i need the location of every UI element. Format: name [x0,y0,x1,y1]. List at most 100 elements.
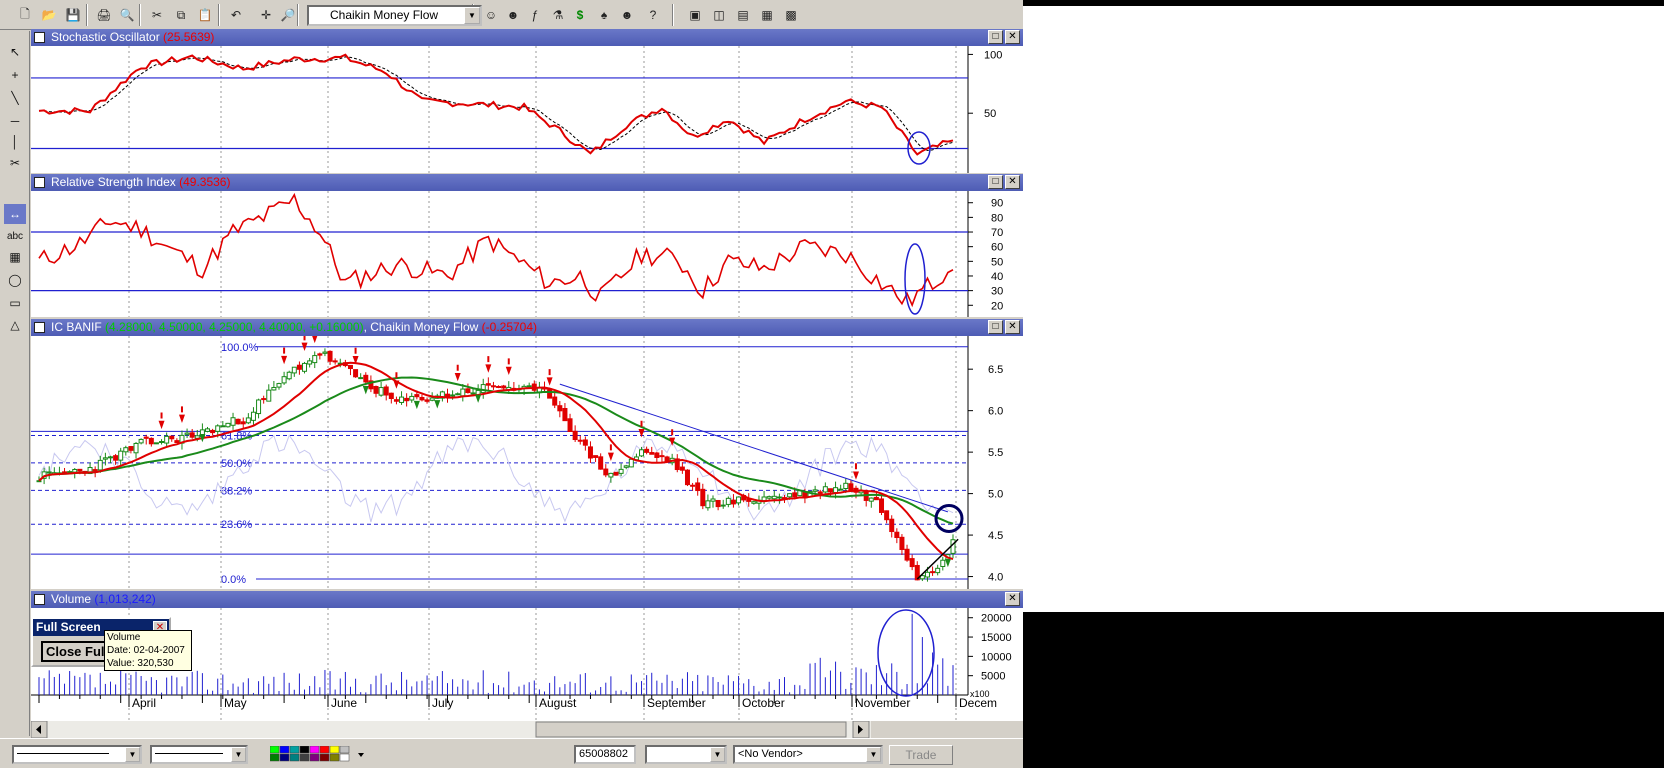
y-tick-label: 50 [984,108,996,120]
candle-body [899,536,905,550]
vertical-line-icon[interactable]: │ [4,132,26,152]
chevron-down-icon[interactable]: ▼ [710,747,725,762]
candle-body [480,384,486,394]
rectangle-icon[interactable]: ▭ [4,293,26,313]
candle-body [245,417,251,424]
chevron-down-icon[interactable]: ▼ [125,747,140,762]
maximize-button[interactable]: □ [988,30,1003,44]
print-icon[interactable]: 🖨 [94,5,114,25]
candle-body [843,482,849,489]
candle-body [281,376,287,384]
candle-body [174,440,180,444]
trendline-icon[interactable]: ╲ [4,88,26,108]
candle-body [424,399,430,402]
line-style-select[interactable]: ▼ [12,745,142,764]
candle-body [730,499,736,505]
dashboard-icon[interactable]: ▩ [781,5,801,25]
candle-body [77,468,83,472]
copy-icon[interactable]: ⧉ [171,5,191,25]
candle-body [46,471,52,474]
maximize-button[interactable]: □ [988,175,1003,189]
save-icon[interactable]: 💾 [63,5,83,25]
chevron-down-icon[interactable]: ▼ [866,747,881,762]
close-button[interactable]: ✕ [1005,592,1020,606]
system-tester-icon[interactable]: ⚗ [548,5,568,25]
candle-body [659,455,665,458]
indicator-builder-icon[interactable]: ☺ [481,5,501,25]
volume-title: Volume [51,592,92,606]
fibonacci-label: 23.6% [221,519,252,531]
close-button[interactable]: ✕ [1005,30,1020,44]
candle-body [649,452,655,455]
candle-body [266,389,272,402]
candle-body [577,439,583,442]
horizontal-scrollbar[interactable] [30,720,1023,739]
color-swatch [309,753,320,762]
candle-body [695,482,701,492]
stochastic-plot: 100 50 [31,46,1023,173]
split-icon[interactable]: ✂ [4,153,26,173]
candle-body [940,559,946,567]
pointer-icon[interactable]: ↖ [4,42,26,62]
maximize-button[interactable]: □ [988,320,1003,334]
line-weight-select[interactable]: ▼ [150,745,248,764]
sell-arrow [607,444,614,461]
sell-arrow [852,463,859,480]
color-palette[interactable] [269,745,366,763]
function-icon[interactable]: ƒ [525,5,545,25]
open-icon[interactable]: 📂 [39,5,59,25]
overlay-indicator-value: (-0.25704) [481,320,538,334]
horizontal-line-icon[interactable]: ─ [4,111,26,131]
indicator-combo[interactable]: Chaikin Money Flow ▼ [307,5,482,26]
price-pane: IC BANIF (4.28000, 4.50000, 4.25000, 4.4… [31,319,1023,589]
symbol-field[interactable]: 65008802 [574,745,636,764]
chevron-down-icon[interactable]: ▼ [464,7,480,24]
month-label: April [132,696,156,710]
crosshair-icon[interactable]: ✛ [256,5,276,25]
cascade-icon[interactable]: ▣ [685,5,705,25]
candle-body [225,422,231,428]
drawing-toolbar: ↖ + ╲ ─ │ ✂ ↔ abc ▦ ◯ ▭ △ [0,31,30,736]
candle-body [189,432,195,438]
triangle-icon[interactable]: △ [4,315,26,335]
candle-body [562,408,568,422]
people-icon[interactable]: ☻ [617,5,637,25]
y-tick-label: 60 [991,242,1003,254]
security-name: IC BANIF [51,320,102,334]
tile-vertical-icon[interactable]: ◫ [709,5,729,25]
zoom-icon[interactable]: 🔎 [278,5,298,25]
chevron-down-icon[interactable]: ▼ [231,747,246,762]
text-icon[interactable]: abc [4,226,26,246]
expert-icon[interactable]: ☻ [503,5,523,25]
print-preview-icon[interactable]: 🔍 [117,5,137,25]
new-icon[interactable]: 🗋 [15,5,35,25]
color-swatch [279,753,290,762]
cross-icon[interactable]: + [4,65,26,85]
month-label: October [742,696,785,710]
ellipse-icon[interactable]: ◯ [4,270,26,290]
explorer-icon[interactable]: ♠ [594,5,614,25]
grid-icon[interactable]: ▦ [4,247,26,267]
candle-body [72,468,78,473]
candle-body [373,385,379,394]
paste-icon[interactable]: 📋 [195,5,215,25]
tile-horizontal-icon[interactable]: ▤ [733,5,753,25]
trade-button[interactable]: Trade [889,745,953,765]
scroll-icon[interactable]: ↔ [4,204,26,224]
help-icon[interactable]: ? [643,5,663,25]
candle-body [833,487,839,494]
color-swatch [329,745,340,754]
tile-icon[interactable]: ▦ [757,5,777,25]
periodicity-select[interactable]: ▼ [645,745,727,764]
candle-body [102,457,108,460]
close-button[interactable]: ✕ [1005,320,1020,334]
candle-body [429,397,435,401]
vendor-select[interactable]: <No Vendor> ▼ [733,745,883,764]
cut-icon[interactable]: ✂ [147,5,167,25]
candle-body [240,421,246,425]
y-tick-label: 4.5 [988,530,1003,542]
candle-body [690,484,696,487]
dollar-icon[interactable]: $ [570,5,590,25]
undo-icon[interactable]: ↶ [226,5,246,25]
close-button[interactable]: ✕ [1005,175,1020,189]
